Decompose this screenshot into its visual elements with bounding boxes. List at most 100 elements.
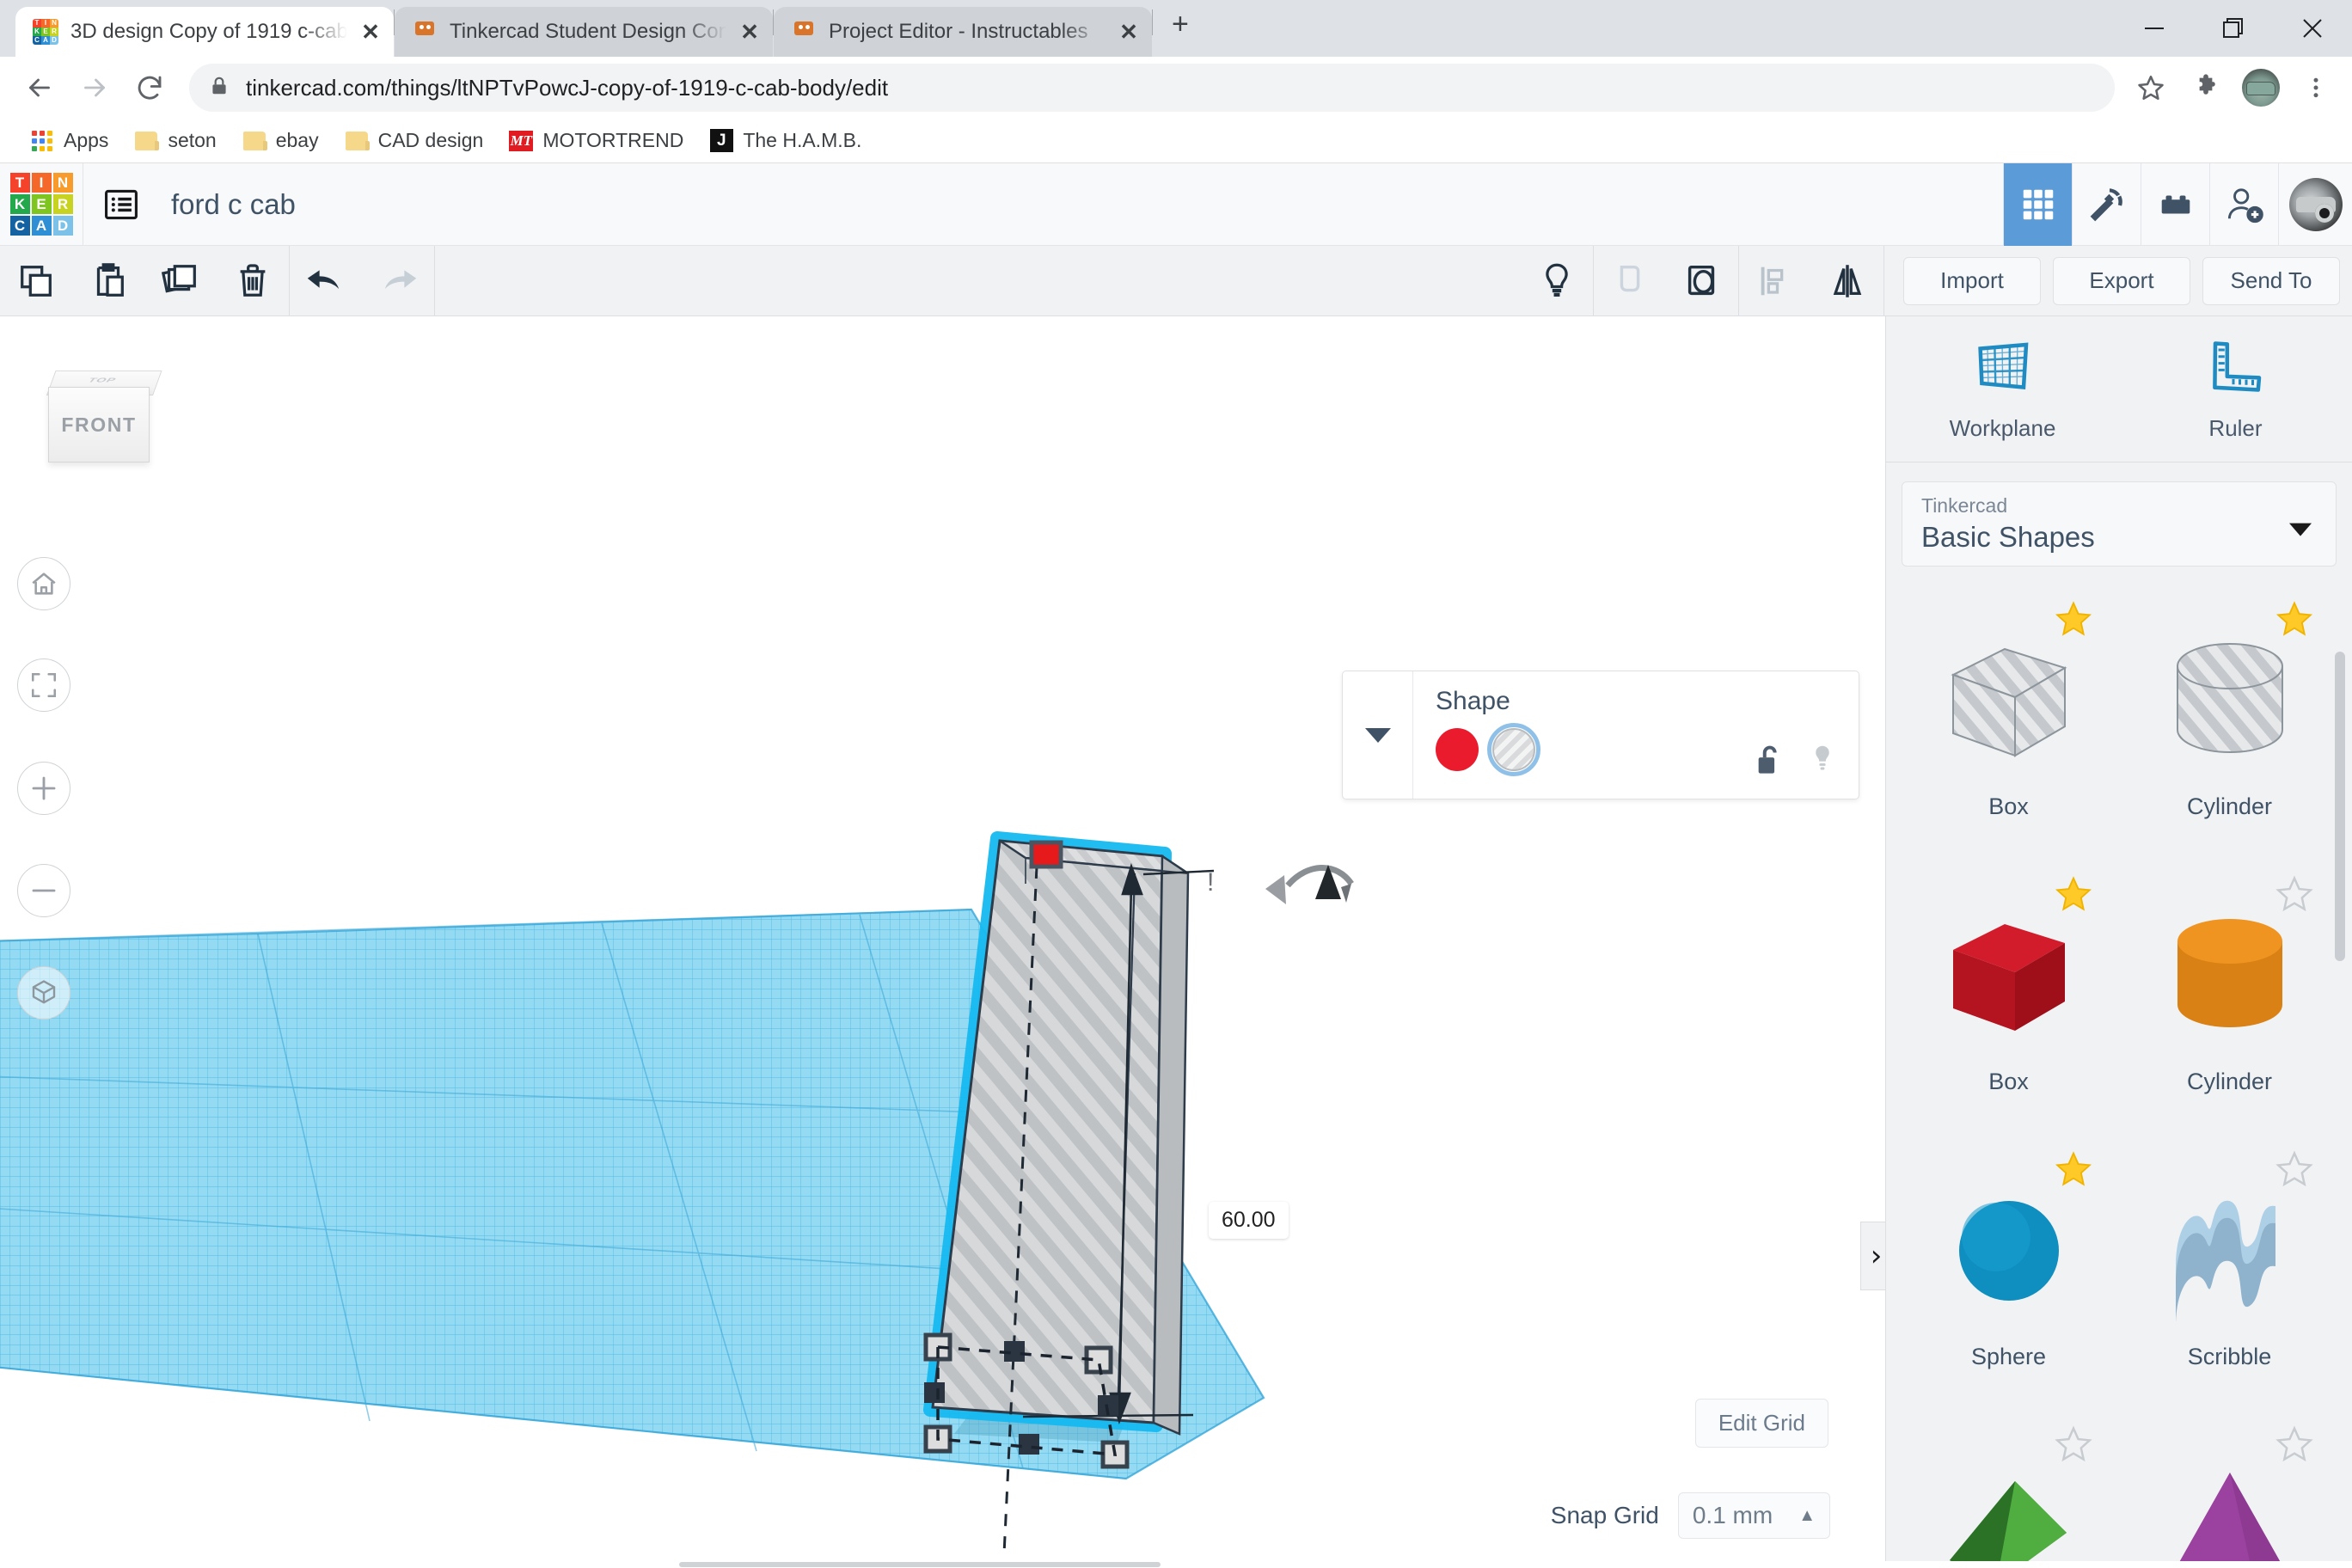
shape-grid: Box Cylinder Box Cylinder Sphere Scribbl… xyxy=(1886,585,2352,1568)
brick-icon[interactable] xyxy=(2141,162,2209,246)
align-icon[interactable] xyxy=(1739,246,1811,316)
lightbulb-icon[interactable] xyxy=(1809,743,1836,781)
snap-grid-value: 0.1 mm xyxy=(1692,1502,1773,1528)
shape-item-cylinder-hole[interactable]: Cylinder xyxy=(2119,592,2340,867)
maximize-icon[interactable] xyxy=(2194,0,2273,57)
hole-swatch[interactable] xyxy=(1487,723,1540,776)
kebab-menu-icon[interactable] xyxy=(2292,64,2340,112)
favorite-star-outline-icon[interactable] xyxy=(2275,1424,2314,1468)
new-tab-button[interactable]: + xyxy=(1153,9,1208,47)
unlock-icon[interactable] xyxy=(1754,744,1783,781)
close-icon[interactable]: ✕ xyxy=(359,21,382,43)
zoom-out-button[interactable] xyxy=(17,864,70,917)
shape-label: Scribble xyxy=(2187,1344,2272,1369)
favorite-star-icon[interactable] xyxy=(2054,599,2093,643)
view-cube[interactable]: TOP FRONT xyxy=(41,366,162,469)
bookmarks-bar: Apps seton ebay CAD design MT MOTORTREND… xyxy=(0,119,2352,163)
undo-icon[interactable] xyxy=(290,246,362,316)
copy-icon[interactable] xyxy=(0,246,72,316)
browser-tab-0[interactable]: TIN KER CAD 3D design Copy of 1919 c-cab… xyxy=(15,7,394,57)
ungroup-icon[interactable] xyxy=(1666,246,1738,316)
shape-library-select[interactable]: Tinkercad Basic Shapes xyxy=(1902,481,2337,567)
shape-item-box-red[interactable]: Box xyxy=(1898,867,2119,1142)
bookmark-cad-design[interactable]: CAD design xyxy=(334,124,495,158)
favorite-star-icon[interactable] xyxy=(2054,1149,2093,1193)
tinkercad-logo[interactable]: TIN KER CAD xyxy=(0,173,83,236)
motortrend-icon: MT xyxy=(509,129,534,153)
favorite-star-outline-icon[interactable] xyxy=(2054,1424,2093,1468)
shape-item-roof[interactable]: Roof xyxy=(1898,1418,2119,1568)
user-avatar[interactable] xyxy=(2278,162,2352,246)
designs-list-icon[interactable] xyxy=(83,186,159,224)
address-bar[interactable]: tinkercad.com/things/ltNPTvPowcJ-copy-of… xyxy=(189,64,2115,112)
duplicate-icon[interactable] xyxy=(144,246,217,316)
edit-grid-button[interactable]: Edit Grid xyxy=(1694,1399,1828,1448)
bookmark-ebay[interactable]: ebay xyxy=(231,124,330,158)
tab-strip: TIN KER CAD 3D design Copy of 1919 c-cab… xyxy=(0,0,2352,57)
view-cube-front[interactable]: FRONT xyxy=(48,387,150,462)
bookmark-seton[interactable]: seton xyxy=(123,124,227,158)
delete-icon[interactable] xyxy=(217,246,289,316)
profile-avatar[interactable] xyxy=(2237,64,2285,112)
lightbulb-icon[interactable] xyxy=(1521,246,1593,316)
dimension-label[interactable]: 60.00 xyxy=(1209,1202,1289,1239)
favorite-star-icon[interactable] xyxy=(2275,599,2314,643)
shape-item-cone[interactable]: Cone xyxy=(2119,1418,2340,1568)
solid-color-swatch[interactable] xyxy=(1436,728,1479,771)
favorite-star-outline-icon[interactable] xyxy=(2275,874,2314,918)
shape-item-sphere[interactable]: Sphere xyxy=(1898,1142,2119,1418)
shape-label: Box xyxy=(1988,1069,2029,1094)
grid-view-icon[interactable] xyxy=(2003,162,2072,246)
collapse-inspector-icon[interactable] xyxy=(1343,671,1413,799)
shape-item-box-hole[interactable]: Box xyxy=(1898,592,2119,867)
export-button[interactable]: Export xyxy=(2053,256,2190,305)
workplane-icon xyxy=(1972,337,2034,403)
hamb-icon: J xyxy=(709,129,733,153)
forward-icon[interactable] xyxy=(67,60,122,115)
close-window-icon[interactable] xyxy=(2273,0,2352,57)
favorite-star-outline-icon[interactable] xyxy=(2275,1149,2314,1193)
shape-item-scribble[interactable]: Scribble xyxy=(2119,1142,2340,1418)
instructables-favicon xyxy=(412,19,438,45)
horizontal-scrollbar[interactable] xyxy=(0,1561,2352,1568)
tab-ruler[interactable]: Ruler xyxy=(2119,316,2352,462)
tab-title: 3D design Copy of 1919 c-cab bo xyxy=(70,20,347,43)
page-title[interactable]: ford c cab xyxy=(159,188,296,221)
close-icon[interactable]: ✕ xyxy=(738,21,761,43)
bookmark-label: ebay xyxy=(275,129,319,151)
library-scrollbar[interactable] xyxy=(2335,652,2345,961)
tab-workplane[interactable]: Workplane xyxy=(1886,316,2119,462)
bookmark-label: The H.A.M.B. xyxy=(743,129,862,151)
library-source-label: Tinkercad xyxy=(1921,494,2008,517)
import-button[interactable]: Import xyxy=(1903,256,2041,305)
send-to-button[interactable]: Send To xyxy=(2202,256,2340,305)
reload-icon[interactable] xyxy=(122,60,177,115)
paste-icon[interactable] xyxy=(72,246,144,316)
3d-viewport[interactable]: ! TOP FRONT 60.00 Edit Grid Snap Grid 0.… xyxy=(0,316,1885,1568)
browser-tab-1[interactable]: Tinkercad Student Design Contes ✕ xyxy=(395,7,773,57)
minimize-icon[interactable] xyxy=(2115,0,2194,57)
shape-inspector-panel[interactable]: Shape xyxy=(1342,671,1859,799)
invite-person-icon[interactable] xyxy=(2209,162,2278,246)
shape-item-cylinder-orange[interactable]: Cylinder xyxy=(2119,867,2340,1142)
pickaxe-icon[interactable] xyxy=(2072,162,2141,246)
bookmark-hamb[interactable]: J The H.A.M.B. xyxy=(698,124,873,158)
browser-toolbar: tinkercad.com/things/ltNPTvPowcJ-copy-of… xyxy=(0,57,2352,119)
bookmark-apps[interactable]: Apps xyxy=(19,124,119,158)
zoom-in-button[interactable] xyxy=(17,762,70,815)
redo-icon[interactable] xyxy=(362,246,434,316)
bookmark-motortrend[interactable]: MT MOTORTREND xyxy=(498,124,695,158)
perspective-toggle-button[interactable] xyxy=(17,966,70,1020)
mirror-icon[interactable] xyxy=(1811,246,1883,316)
back-icon[interactable] xyxy=(12,60,67,115)
home-view-button[interactable] xyxy=(17,557,70,610)
bookmark-star-icon[interactable] xyxy=(2127,64,2175,112)
browser-tab-2[interactable]: Project Editor - Instructables ✕ xyxy=(774,7,1152,57)
fit-view-button[interactable] xyxy=(17,658,70,712)
favorite-star-icon[interactable] xyxy=(2054,874,2093,918)
snap-grid-select[interactable]: 0.1 mm ▲ xyxy=(1677,1492,1830,1539)
header-right-actions xyxy=(2003,162,2352,246)
close-icon[interactable]: ✕ xyxy=(1118,21,1140,43)
group-icon[interactable] xyxy=(1594,246,1666,316)
puzzle-icon[interactable] xyxy=(2182,64,2230,112)
